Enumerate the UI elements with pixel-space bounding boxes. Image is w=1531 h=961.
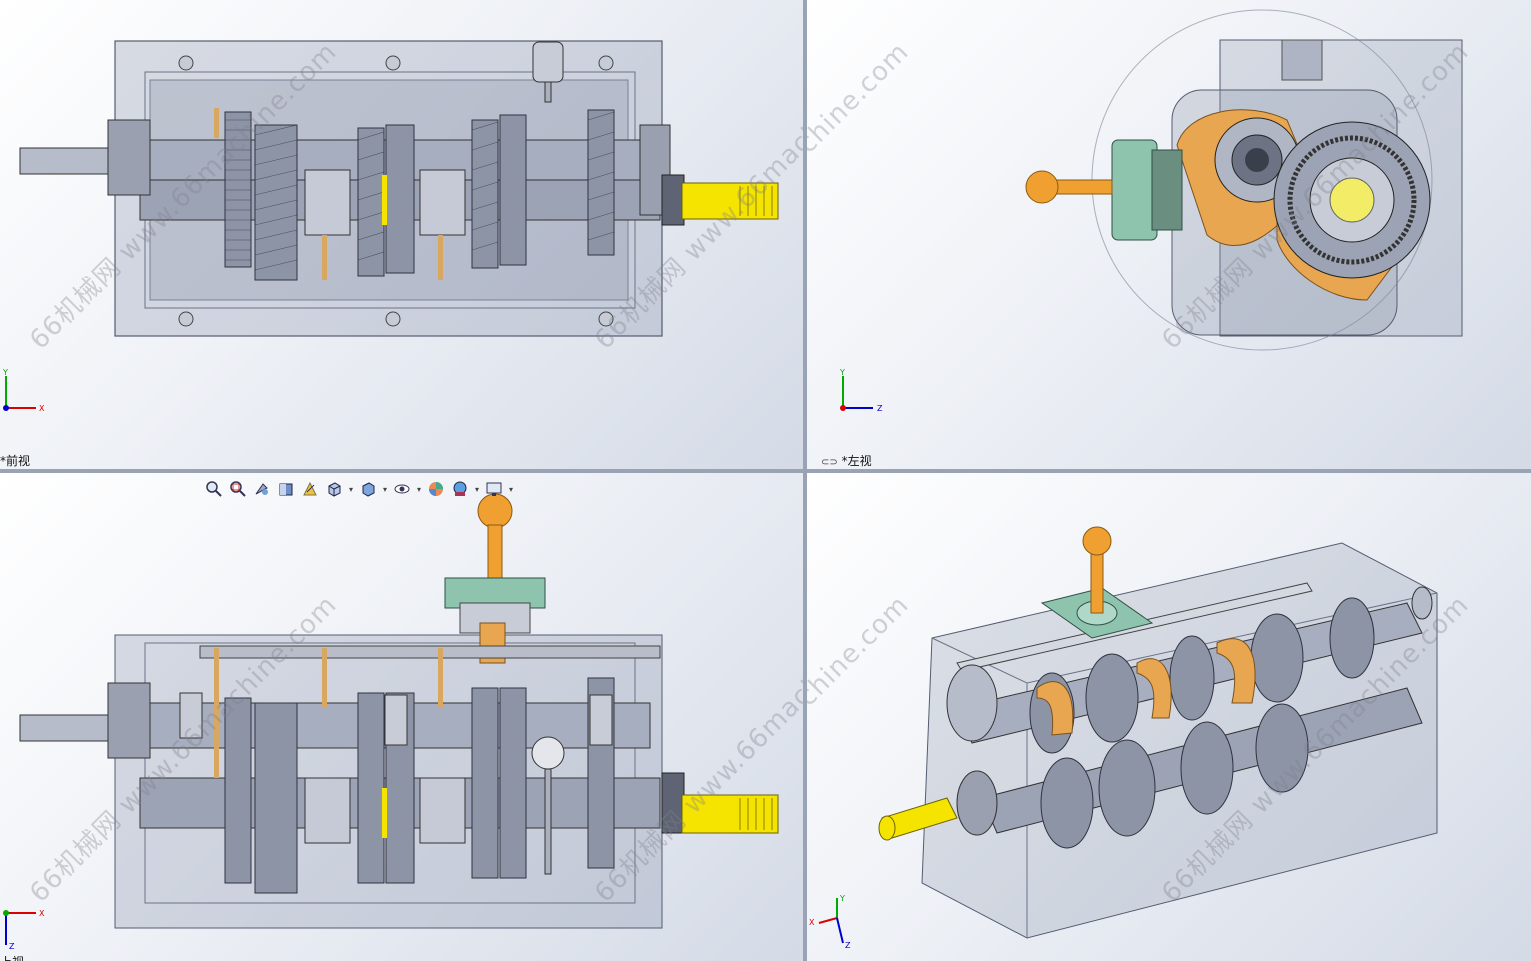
- top-view-model: [19, 493, 779, 929]
- edit-appearance-icon[interactable]: [425, 479, 447, 499]
- apply-scene-icon[interactable]: [449, 479, 471, 499]
- axis-triad-top: X Z: [3, 909, 45, 951]
- svg-text:Z: Z: [877, 404, 883, 413]
- viewport-front[interactable]: X Y *前视 66机械网 www.66machine.com 66机械网 ww…: [0, 0, 803, 469]
- isometric-view-model: [878, 526, 1438, 939]
- chevron-down-icon[interactable]: ▾: [347, 485, 355, 494]
- chevron-down-icon[interactable]: ▾: [381, 485, 389, 494]
- hide-show-items-icon[interactable]: [391, 479, 413, 499]
- svg-text:Z: Z: [9, 942, 15, 951]
- viewport-isometric[interactable]: X Y Z 66机械网 www.66machine.com 66机械网 www.…: [807, 473, 1531, 961]
- axis-triad-isometric: X Y Z: [809, 894, 851, 950]
- view-settings-icon[interactable]: [483, 479, 505, 499]
- section-view-icon[interactable]: [275, 479, 297, 499]
- zoom-to-fit-icon[interactable]: [203, 479, 225, 499]
- previous-view-icon[interactable]: [251, 479, 273, 499]
- view-label-left: ⊂⊃ *左视: [821, 452, 872, 469]
- svg-text:Z: Z: [845, 941, 851, 950]
- svg-text:Y: Y: [2, 368, 8, 377]
- dynamic-annotation-icon[interactable]: [299, 479, 321, 499]
- chevron-down-icon[interactable]: ▾: [415, 485, 423, 494]
- zoom-to-area-icon[interactable]: [227, 479, 249, 499]
- svg-text:X: X: [39, 909, 45, 918]
- svg-text:X: X: [39, 404, 45, 413]
- viewport-top[interactable]: ▾ ▾ ▾ ▾ ▾ X Z 上视 66机械网 www.66machine.com…: [0, 473, 803, 961]
- svg-text:Y: Y: [839, 894, 845, 903]
- axis-triad-left: Z Y: [839, 368, 883, 413]
- axis-triad-front: X Y: [2, 368, 45, 413]
- left-view-model: [1025, 9, 1463, 351]
- view-label-front: *前视: [0, 454, 31, 468]
- front-view-model: [19, 40, 779, 337]
- chevron-down-icon[interactable]: ▾: [507, 485, 515, 494]
- viewport-left[interactable]: Z Y ⊂⊃ *左视 66机械网 www.66machine.com 66机械网…: [807, 0, 1531, 469]
- view-label-left-text: *左视: [841, 454, 872, 468]
- svg-text:Y: Y: [839, 368, 845, 377]
- link-views-icon[interactable]: ⊂⊃: [821, 457, 838, 468]
- chevron-down-icon[interactable]: ▾: [473, 485, 481, 494]
- view-label-top: 上视: [0, 953, 24, 961]
- svg-text:X: X: [809, 918, 815, 927]
- display-style-icon[interactable]: [357, 479, 379, 499]
- view-orientation-icon[interactable]: [323, 479, 345, 499]
- heads-up-view-toolbar: ▾ ▾ ▾ ▾ ▾: [203, 478, 515, 500]
